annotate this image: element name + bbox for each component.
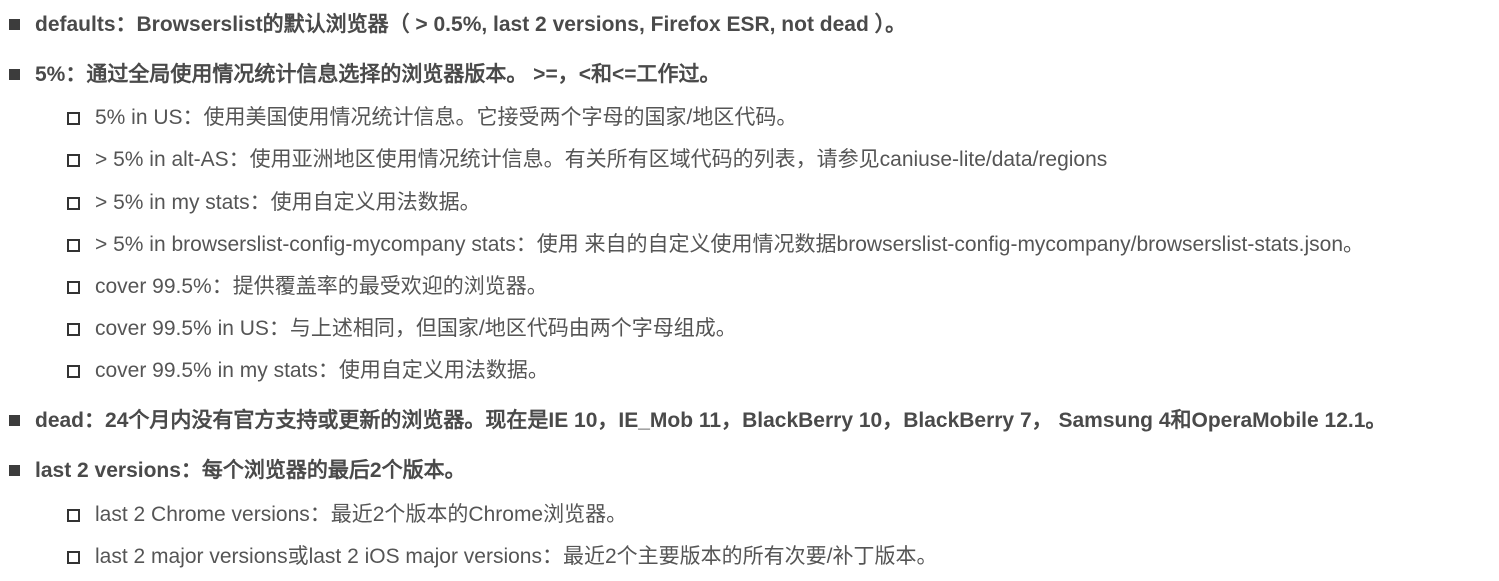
list-item-text: cover 99.5% in US：与上述相同，但国家/地区代码由两个字母组成。: [95, 317, 737, 340]
filled-square-bullet-icon: [9, 465, 20, 476]
hollow-square-bullet-icon: [67, 154, 80, 167]
hollow-square-bullet-icon: [67, 112, 80, 125]
hollow-square-bullet-icon: [67, 365, 80, 378]
filled-square-bullet-icon: [9, 415, 20, 426]
list-item-text: > 5% in alt-AS：使用亚洲地区使用情况统计信息。有关所有区域代码的列…: [95, 148, 1108, 171]
hollow-square-bullet-icon: [67, 281, 80, 294]
list-item-text: last 2 major versions或last 2 iOS major v…: [95, 545, 938, 568]
hollow-square-bullet-icon: [67, 323, 80, 336]
hollow-square-bullet-icon: [67, 509, 80, 522]
list-item-text: 5%：通过全局使用情况统计信息选择的浏览器版本。 >=，<和<=工作过。: [35, 63, 721, 86]
list-item-text: defaults：Browserslist的默认浏览器（ > 0.5%, las…: [35, 13, 907, 36]
list-item-text: last 2 versions：每个浏览器的最后2个版本。: [35, 459, 466, 482]
list-item-text: cover 99.5%：提供覆盖率的最受欢迎的浏览器。: [95, 275, 548, 298]
filled-square-bullet-icon: [9, 69, 20, 80]
list-item-text: cover 99.5% in my stats：使用自定义用法数据。: [95, 359, 549, 382]
hollow-square-bullet-icon: [67, 551, 80, 564]
hollow-square-bullet-icon: [67, 197, 80, 210]
list-item-text: > 5% in my stats：使用自定义用法数据。: [95, 191, 481, 214]
list-item-text: dead：24个月内没有官方支持或更新的浏览器。现在是IE 10，IE_Mob …: [35, 409, 1387, 432]
hollow-square-bullet-icon: [67, 239, 80, 252]
filled-square-bullet-icon: [9, 19, 20, 30]
list-item-text: last 2 Chrome versions：最近2个版本的Chrome浏览器。: [95, 503, 628, 526]
list-item-text: > 5% in browserslist-config-mycompany st…: [95, 233, 1365, 256]
list-item-text: 5% in US：使用美国使用情况统计信息。它接受两个字母的国家/地区代码。: [95, 106, 798, 129]
